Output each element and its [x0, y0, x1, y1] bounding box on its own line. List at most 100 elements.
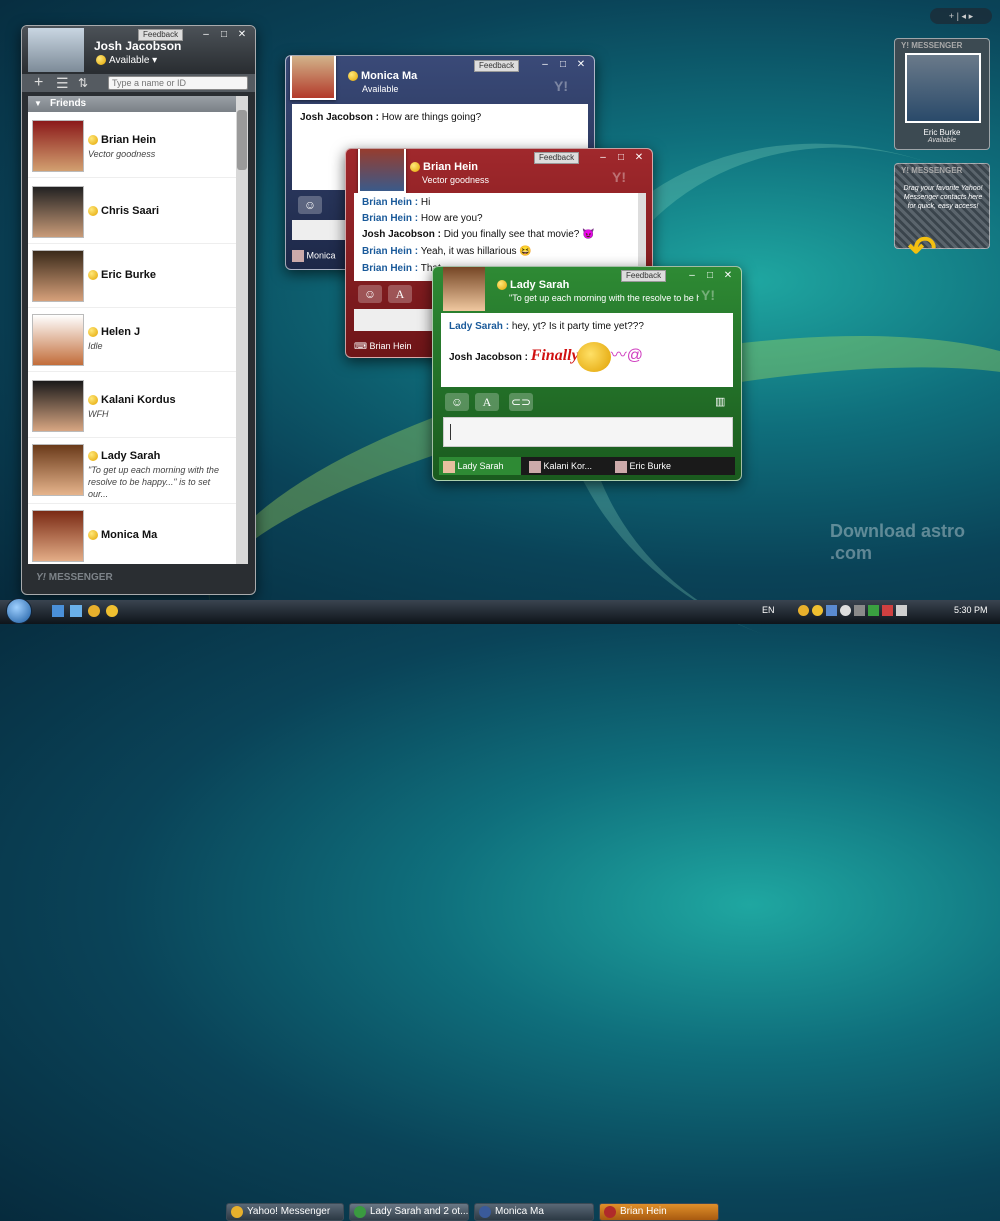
- attach-icon[interactable]: ⊂⊃: [509, 393, 533, 411]
- minimize-icon[interactable]: –: [596, 152, 610, 163]
- next-icon[interactable]: ▸: [969, 11, 974, 21]
- contact-avatar[interactable]: [290, 55, 336, 100]
- language-indicator[interactable]: EN: [762, 605, 775, 615]
- tray-icon[interactable]: [868, 605, 879, 616]
- list-item[interactable]: Helen J Idle: [28, 308, 236, 372]
- smiley-quicklaunch-icon[interactable]: [106, 605, 118, 617]
- chat-icon: [479, 1206, 491, 1218]
- contact-name: Brian Hein: [410, 161, 478, 173]
- maximize-icon[interactable]: □: [217, 29, 231, 40]
- emoticon-button[interactable]: ☺: [358, 285, 382, 303]
- party-emoticon-icon: [577, 342, 611, 372]
- yahoo-logo: Y!: [701, 287, 715, 303]
- list-view-icon[interactable]: ☰: [56, 74, 69, 92]
- maximize-icon[interactable]: □: [614, 152, 628, 163]
- list-item[interactable]: Kalani Kordus WFH: [28, 374, 236, 438]
- tray-icon[interactable]: [826, 605, 837, 616]
- friends-group-header[interactable]: ▼Friends: [28, 96, 236, 112]
- font-button[interactable]: A: [388, 285, 412, 303]
- tray-icon[interactable]: [812, 605, 823, 616]
- friend-name: Helen J: [101, 326, 140, 338]
- close-icon[interactable]: ✕: [721, 270, 735, 281]
- volume-icon[interactable]: [896, 605, 907, 616]
- gadget-brand: Y! MESSENGER: [901, 166, 962, 175]
- feedback-button[interactable]: Feedback: [534, 152, 579, 164]
- list-item[interactable]: Chris Saari: [28, 180, 236, 244]
- contact-name: Monica Ma: [348, 70, 417, 82]
- maximize-icon[interactable]: □: [703, 270, 717, 281]
- switch-windows-icon[interactable]: [70, 605, 82, 617]
- tab-kalani[interactable]: Kalani Kor...: [525, 457, 607, 475]
- tray-icon[interactable]: [882, 605, 893, 616]
- tab-lady-sarah[interactable]: Lady Sarah: [439, 457, 521, 475]
- list-item[interactable]: Monica Ma: [28, 504, 236, 564]
- list-item[interactable]: Eric Burke: [28, 244, 236, 308]
- emoticon-button[interactable]: ☺: [445, 393, 469, 411]
- tray-icon[interactable]: [854, 605, 865, 616]
- close-icon[interactable]: ✕: [235, 29, 249, 40]
- taskbar-item-monica[interactable]: Monica Ma: [474, 1203, 594, 1221]
- friend-name: Eric Burke: [101, 269, 156, 281]
- feedback-button[interactable]: Feedback: [621, 270, 666, 282]
- buddy-list-window: Feedback –□✕ Josh Jacobson Available ▾ +…: [21, 25, 256, 595]
- keyboard-icon: ⌨: [354, 341, 367, 351]
- contact-status: Vector goodness: [422, 175, 489, 185]
- contact-status: "To get up each morning with the resolve…: [509, 293, 699, 303]
- minimize-icon[interactable]: –: [199, 29, 213, 40]
- close-icon[interactable]: ✕: [574, 59, 588, 70]
- list-item[interactable]: Lady Sarah "To get up each morning with …: [28, 438, 236, 504]
- messenger-quicklaunch-icon[interactable]: [88, 605, 100, 617]
- contact-avatar[interactable]: [443, 266, 485, 311]
- friend-name: Brian Hein: [101, 134, 156, 146]
- add-contact-icon[interactable]: +: [34, 74, 43, 92]
- status-selector[interactable]: Available ▾: [96, 55, 157, 66]
- clock[interactable]: 5:30 PM: [954, 605, 988, 615]
- audible-icon[interactable]: ▥: [715, 395, 725, 408]
- taskbar-item-brian[interactable]: Brian Hein: [599, 1203, 719, 1221]
- tab-bar: Lady Sarah Kalani Kor... Eric Burke: [439, 457, 735, 475]
- scrollbar[interactable]: [236, 96, 248, 564]
- tab-brian[interactable]: ⌨ Brian Hein: [354, 341, 412, 352]
- chat-icon: [354, 1206, 366, 1218]
- font-button[interactable]: A: [475, 393, 499, 411]
- friend-status: WFH: [88, 408, 228, 420]
- tab-monica[interactable]: Monica: [292, 250, 336, 262]
- toolbar: + ☰ ⇅: [22, 74, 255, 92]
- taskbar-item-messenger[interactable]: Yahoo! Messenger: [226, 1203, 344, 1221]
- sort-icon[interactable]: ⇅: [78, 74, 88, 92]
- start-button[interactable]: [6, 598, 32, 624]
- friend-avatar: [32, 444, 84, 496]
- gadget-contact-status: Available: [895, 137, 989, 144]
- add-gadget-icon[interactable]: +: [949, 11, 954, 21]
- friend-name: Kalani Kordus: [101, 394, 176, 406]
- available-icon: [348, 71, 358, 81]
- user-avatar[interactable]: [28, 28, 84, 72]
- friend-avatar: [32, 250, 84, 302]
- feedback-button[interactable]: Feedback: [474, 60, 519, 72]
- minimize-icon[interactable]: –: [685, 270, 699, 281]
- search-input[interactable]: [108, 76, 248, 90]
- friend-status: Idle: [88, 340, 228, 352]
- tray-icon[interactable]: [840, 605, 851, 616]
- friend-avatar: [32, 380, 84, 432]
- prev-icon[interactable]: ◂: [962, 11, 967, 21]
- tab-eric[interactable]: Eric Burke: [611, 457, 693, 475]
- friend-name: Lady Sarah: [101, 450, 160, 462]
- contact-avatar[interactable]: [905, 53, 981, 123]
- contact-name: Lady Sarah: [497, 279, 569, 291]
- available-icon: [410, 162, 420, 172]
- contact-avatar[interactable]: [358, 148, 406, 193]
- available-icon: [88, 270, 98, 280]
- chat-icon: [604, 1206, 616, 1218]
- taskbar: Yahoo! Messenger Lady Sarah and 2 ot... …: [0, 600, 1000, 624]
- chat-window-sarah: Feedback –□ ✕ Lady Sarah "To get up each …: [432, 266, 742, 481]
- close-icon[interactable]: ✕: [632, 152, 646, 163]
- show-desktop-icon[interactable]: [52, 605, 64, 617]
- maximize-icon[interactable]: □: [556, 59, 570, 70]
- message-input[interactable]: [443, 417, 733, 447]
- tray-icon[interactable]: [798, 605, 809, 616]
- emoticon-button[interactable]: ☺: [298, 196, 322, 214]
- minimize-icon[interactable]: –: [538, 59, 552, 70]
- list-item[interactable]: Brian Hein Vector goodness: [28, 114, 236, 178]
- taskbar-item-lady-sarah[interactable]: Lady Sarah and 2 ot...: [349, 1203, 469, 1221]
